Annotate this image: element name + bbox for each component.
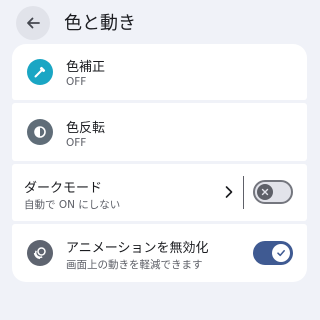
divider <box>243 176 244 209</box>
contrast-icon <box>27 119 53 145</box>
remove-animations-item[interactable]: アニメーションを無効化 画面上の動きを軽減できます <box>12 224 307 282</box>
back-button[interactable] <box>16 6 50 40</box>
color-inversion-summary: OFF <box>66 137 87 149</box>
chevron-right-icon <box>225 186 233 198</box>
app-bar: 色と動き <box>0 0 320 42</box>
color-correction-title: 色補正 <box>66 60 106 75</box>
color-correction-summary: OFF <box>66 76 87 88</box>
eyedropper-icon <box>27 59 53 85</box>
dark-mode-switch[interactable] <box>253 180 293 204</box>
check-icon <box>277 250 285 257</box>
color-inversion-item[interactable]: 色反転 OFF <box>12 103 307 161</box>
remove-animations-switch[interactable] <box>253 241 293 265</box>
remove-animations-title: アニメーションを無効化 <box>66 241 209 256</box>
dark-mode-open-area[interactable] <box>12 164 242 221</box>
page-title: 色と動き <box>64 13 136 34</box>
color-inversion-title: 色反転 <box>66 121 106 136</box>
arrow-back-icon <box>27 17 40 29</box>
switch-thumb <box>272 244 290 262</box>
dark-mode-item: ダークモード 自動で ON にしない <box>12 164 307 221</box>
animation-icon <box>27 240 53 266</box>
switch-thumb <box>257 184 273 200</box>
remove-animations-summary: 画面上の動きを軽減できます <box>66 259 203 271</box>
close-icon <box>261 188 269 196</box>
color-correction-item[interactable]: 色補正 OFF <box>12 44 307 100</box>
